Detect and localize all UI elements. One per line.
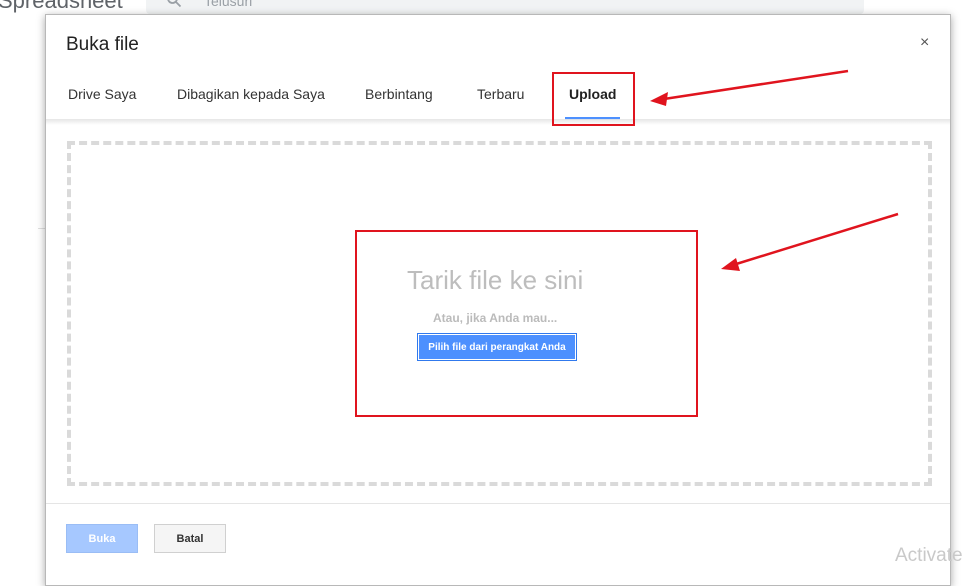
tab-bar-shadow xyxy=(46,119,950,125)
drop-area-highlight xyxy=(355,230,698,417)
tab-drive-saya[interactable]: Drive Saya xyxy=(68,83,136,119)
activate-watermark: Activate xyxy=(895,545,963,566)
tab-dibagikan-kepada-saya[interactable]: Dibagikan kepada Saya xyxy=(177,83,325,119)
tab-label: Dibagikan kepada Saya xyxy=(177,86,325,102)
app-name: Spreadsheet xyxy=(0,0,123,13)
tab-label: Terbaru xyxy=(477,86,525,102)
tab-berbintang[interactable]: Berbintang xyxy=(365,83,433,119)
upload-tab-highlight xyxy=(552,72,635,126)
tab-terbaru[interactable]: Terbaru xyxy=(477,83,524,119)
search-bar[interactable]: Telusuri xyxy=(146,0,864,14)
tab-label: Drive Saya xyxy=(68,86,137,102)
dialog-title: Buka file xyxy=(66,34,139,55)
search-icon xyxy=(167,0,182,8)
open-button[interactable]: Buka xyxy=(66,524,138,553)
tab-label: Berbintang xyxy=(365,86,433,102)
footer-divider xyxy=(46,503,950,504)
tab-bar: Drive Saya Dibagikan kepada Saya Berbint… xyxy=(46,83,950,120)
cancel-button[interactable]: Batal xyxy=(154,524,226,553)
search-placeholder: Telusuri xyxy=(204,0,253,9)
close-icon[interactable]: × xyxy=(920,34,929,52)
